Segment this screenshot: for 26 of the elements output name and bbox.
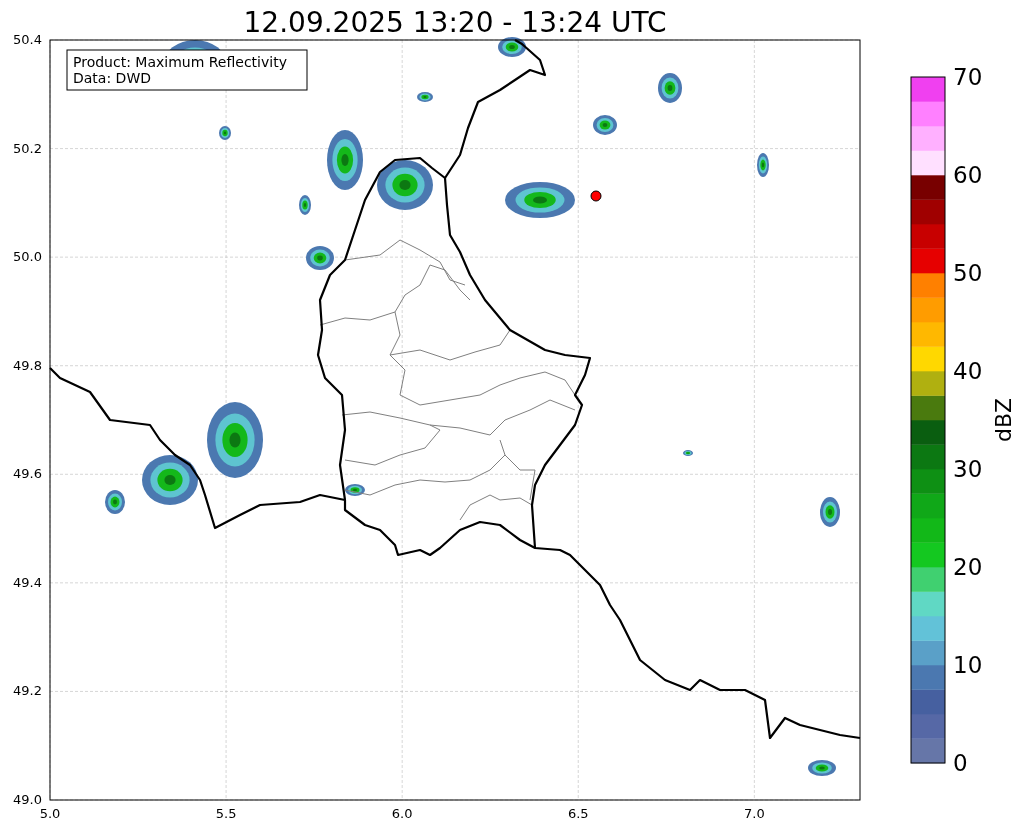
y-tick-label: 50.0 [13,249,42,265]
location-marker [590,190,602,202]
y-tick-label: 49.4 [13,574,42,590]
y-tick-label: 49.8 [13,357,42,373]
y-tick-label: 50.4 [13,32,42,47]
chart-title: 12.09.2025 13:20 - 13:24 UTC [243,6,667,39]
x-tick-label: 5.0 [39,806,61,821]
colorbar-tick-label: 40 [953,358,983,384]
legend-text: Data: DWD [73,70,151,86]
y-tick-label: 49.0 [13,792,42,807]
colorbar-label: dBZ [991,397,1016,443]
colorbar-tick-label: 10 [953,652,983,678]
x-tick-label: 6.0 [391,806,413,821]
x-tick-label: 5.5 [215,806,237,821]
x-tick-label: 7.0 [744,806,765,821]
colorbar-tick-label: 20 [953,554,983,580]
colorbar-tick-label: 60 [953,162,983,188]
colorbar-tick-label: 30 [953,456,983,482]
colorbar-tick-label: 70 [953,64,983,90]
colorbar-tick-label: 50 [953,260,983,286]
x-tick-label: 6.5 [567,806,589,821]
y-tick-label: 50.2 [13,140,42,156]
y-tick-label: 49.2 [13,683,42,699]
y-tick-label: 49.6 [13,466,42,482]
legend-text: Product: Maximum Reflectivity [73,54,287,70]
colorbar-tick-label: 0 [953,750,968,776]
